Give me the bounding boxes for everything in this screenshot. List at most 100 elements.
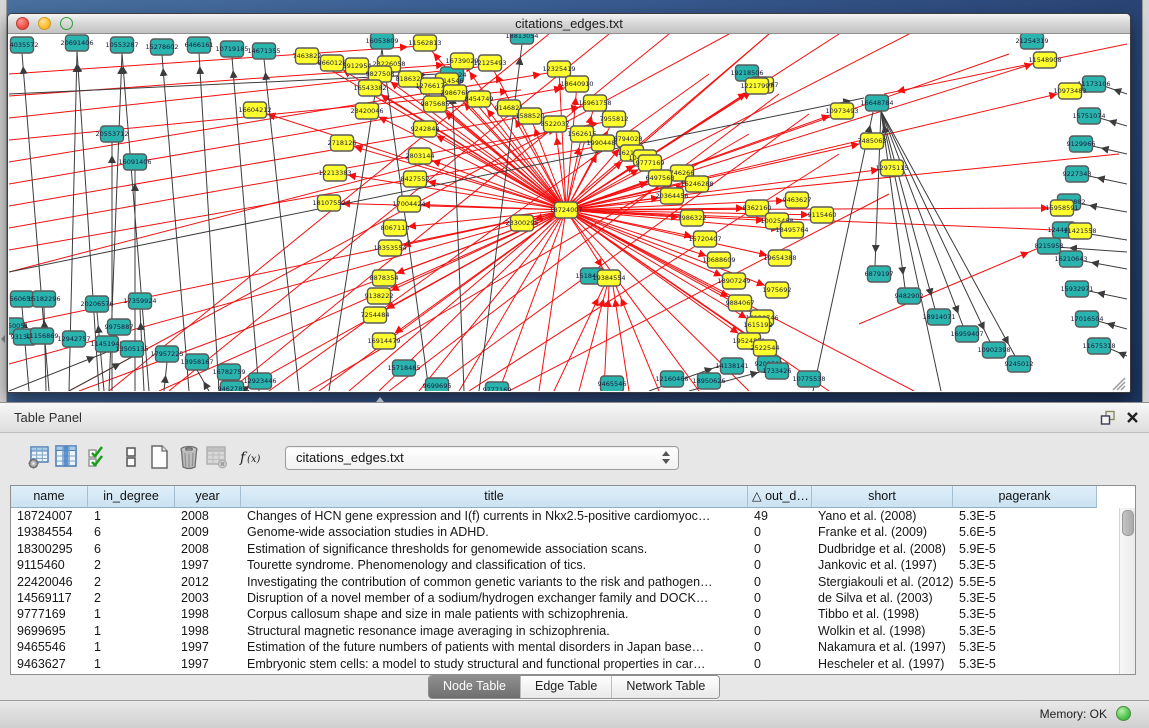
- graph-node[interactable]: 10719185: [215, 41, 248, 57]
- graph-node[interactable]: 7254484: [361, 307, 390, 323]
- collapse-left-icon[interactable]: [1, 335, 5, 343]
- table-cell-pagerank[interactable]: 5.5E-5: [953, 574, 1097, 590]
- table-cell-name[interactable]: 9699695: [11, 623, 88, 639]
- graph-node[interactable]: 9777169: [636, 155, 665, 171]
- column-header-short[interactable]: short: [812, 486, 953, 508]
- graph-edge[interactable]: [604, 286, 609, 391]
- table-cell-name[interactable]: 22420046: [11, 574, 88, 590]
- row-height-icon[interactable]: [119, 444, 143, 470]
- graph-node[interactable]: 14671355: [247, 43, 280, 59]
- graph-node[interactable]: 12942757: [57, 331, 90, 347]
- graph-node[interactable]: 15278602: [145, 39, 178, 55]
- graph-node[interactable]: 12923446: [243, 373, 276, 389]
- graph-node[interactable]: 17004424: [392, 196, 425, 212]
- graph-node[interactable]: 15958591: [1045, 200, 1078, 216]
- graph-node[interactable]: 17016504: [1070, 311, 1103, 327]
- graph-node[interactable]: 11421558: [1063, 223, 1096, 239]
- network-window-titlebar[interactable]: citations_edges.txt: [8, 14, 1130, 34]
- table-cell-out_degree[interactable]: 0: [748, 656, 812, 672]
- table-cell-title[interactable]: Disruption of a novel member of a sodium…: [241, 590, 748, 606]
- table-cell-out_degree[interactable]: 0: [748, 590, 812, 606]
- graph-node[interactable]: 20364456: [655, 188, 688, 204]
- graph-node[interactable]: 9242848: [411, 121, 440, 137]
- table-cell-pagerank[interactable]: 5.3E-5: [953, 508, 1097, 524]
- graph-node[interactable]: 16091406: [118, 154, 151, 170]
- graph-node[interactable]: 16543382: [353, 80, 386, 96]
- graph-node[interactable]: 2718126: [328, 135, 357, 151]
- graph-node[interactable]: 7986322: [678, 210, 707, 226]
- graph-node[interactable]: 23300295: [505, 215, 538, 231]
- delete-trash-icon[interactable]: [177, 444, 201, 470]
- graph-node[interactable]: 9699695: [423, 378, 452, 391]
- table-cell-pagerank[interactable]: 5.3E-5: [953, 656, 1097, 672]
- table-cell-in_degree[interactable]: 1: [88, 508, 175, 524]
- graph-node[interactable]: 20206576: [80, 296, 113, 312]
- graph-node[interactable]: 16210643: [1054, 251, 1087, 267]
- graph-node[interactable]: 18640910: [560, 76, 593, 92]
- table-cell-name[interactable]: 9777169: [11, 606, 88, 622]
- table-cell-title[interactable]: Changes of HCN gene expression and I(f) …: [241, 508, 748, 524]
- graph-node[interactable]: 18914071: [922, 309, 955, 325]
- graph-node[interactable]: 17359924: [123, 293, 156, 309]
- table-row[interactable]: 1938455462009Genome-wide association stu…: [11, 524, 1120, 540]
- table-cell-title[interactable]: Estimation of the future numbers of pati…: [241, 639, 748, 655]
- table-cell-title[interactable]: Corpus callosum shape and size in male p…: [241, 606, 748, 622]
- graph-edge[interactable]: [164, 362, 167, 391]
- table-cell-title[interactable]: Tourette syndrome. Phenomenology and cla…: [241, 557, 748, 573]
- graph-node[interactable]: 12217997: [740, 78, 773, 94]
- graph-node[interactable]: 10688609: [702, 252, 735, 268]
- float-panel-icon[interactable]: [1100, 410, 1116, 425]
- column-header-name[interactable]: name: [11, 486, 88, 508]
- graph-node[interactable]: 16914479: [367, 333, 400, 349]
- table-row[interactable]: 977716911998Corpus callosum shape and si…: [11, 606, 1120, 622]
- graph-node[interactable]: 18813054: [505, 34, 538, 44]
- graph-node[interactable]: 10775538: [792, 371, 825, 387]
- graph-node[interactable]: 23420046: [350, 103, 383, 119]
- graph-edge[interactable]: [9, 72, 554, 162]
- graph-node[interactable]: 16604212: [238, 102, 271, 118]
- table-cell-title[interactable]: Estimation of significance thresholds fo…: [241, 541, 748, 557]
- graph-node[interactable]: 8522037: [541, 116, 570, 132]
- graph-node[interactable]: 8427552: [401, 171, 430, 187]
- table-cell-name[interactable]: 9115460: [11, 557, 88, 573]
- graph-node[interactable]: 7955812: [600, 111, 629, 127]
- graph-edge[interactable]: [579, 286, 607, 391]
- graph-node[interactable]: 15932971: [1060, 281, 1093, 297]
- graph-edge[interactable]: [559, 69, 566, 210]
- graph-node[interactable]: 18950626: [692, 373, 725, 389]
- graph-node[interactable]: 2803144: [406, 148, 435, 164]
- graph-node[interactable]: 9129966: [1067, 136, 1096, 152]
- graph-node[interactable]: 16782759: [212, 364, 245, 380]
- column-header-out_degree[interactable]: △ out_de…: [748, 486, 812, 508]
- table-cell-out_degree[interactable]: 49: [748, 508, 812, 524]
- right-panel-strip[interactable]: [1142, 0, 1149, 402]
- graph-edge[interactable]: [269, 74, 709, 391]
- graph-node[interactable]: 20691406: [60, 35, 93, 51]
- graph-node[interactable]: 7485063: [858, 133, 887, 149]
- graph-node[interactable]: 12975115: [875, 160, 908, 176]
- table-cell-short[interactable]: Franke et al. (2009): [812, 524, 953, 540]
- graph-node[interactable]: 18907249: [717, 273, 750, 289]
- table-cell-title[interactable]: Embryonic stem cells: a model to study s…: [241, 656, 748, 672]
- table-cell-name[interactable]: 9465546: [11, 639, 88, 655]
- table-cell-in_degree[interactable]: 1: [88, 606, 175, 622]
- graph-node[interactable]: 18107552: [312, 195, 345, 211]
- table-cell-name[interactable]: 18300295: [11, 541, 88, 557]
- graph-node[interactable]: 18724007: [549, 202, 582, 218]
- table-cell-name[interactable]: 14569117: [11, 590, 88, 606]
- table-cell-title[interactable]: Genome-wide association studies in ADHD.: [241, 524, 748, 540]
- graph-node[interactable]: 10902398: [977, 342, 1010, 358]
- graph-edge[interactable]: [613, 286, 629, 391]
- graph-node[interactable]: 9462787: [218, 381, 247, 391]
- graph-node[interactable]: 9777169: [483, 382, 512, 391]
- graph-node[interactable]: 8878354: [370, 270, 399, 286]
- graph-node[interactable]: 14138141: [715, 358, 748, 374]
- graph-edge[interactable]: [197, 370, 209, 391]
- table-cell-pagerank[interactable]: 5.3E-5: [953, 606, 1097, 622]
- graph-node[interactable]: 12325419: [542, 61, 575, 77]
- graph-node[interactable]: 1733426: [763, 363, 792, 379]
- table-cell-pagerank[interactable]: 5.6E-5: [953, 524, 1097, 540]
- tab-network-table[interactable]: Network Table: [611, 676, 719, 698]
- graph-node[interactable]: 8067110: [381, 220, 410, 236]
- table-cell-year[interactable]: 2008: [175, 541, 241, 557]
